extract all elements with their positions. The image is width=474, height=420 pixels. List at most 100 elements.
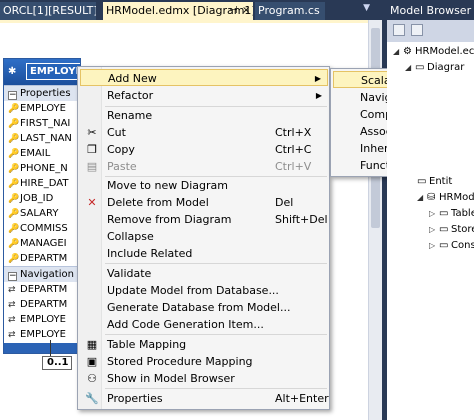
tree-node-label: Cons [451,240,474,251]
menu-shortcut: Alt+Enter [275,392,329,405]
toolbar-button-icon[interactable] [393,24,405,36]
menu-item-generate-database[interactable]: Generate Database from Model... [80,299,328,316]
row-label: LAST_NAN [20,133,72,144]
tree-node-diagrams[interactable]: ◢ ▭ Diagrar [405,60,464,76]
menu-item-properties[interactable]: 🔧 Properties Alt+Enter [80,390,329,407]
property-icon: 🔑 [8,209,20,219]
property-icon: 🔑 [8,224,20,234]
entity-title[interactable]: EMPLOYEE [26,63,80,80]
tab-orcl-result[interactable]: ORCL[1][RESULT] [0,2,96,20]
row-label: PHONE_N [20,163,68,174]
menu-item-update-model[interactable]: Update Model from Database... [80,282,328,299]
property-icon: 🔑 [8,164,20,174]
tab-dropdown-icon[interactable]: ▼ [363,3,370,13]
property-row[interactable]: 🔑EMAIL [4,146,80,161]
property-row[interactable]: 🔑MANAGEI [4,236,80,251]
menu-item-paste[interactable]: ▤ Paste Ctrl+V [80,158,328,175]
property-row[interactable]: 🔑COMMISS [4,221,80,236]
entity-icon: ✱ [8,66,17,77]
properties-section-header[interactable]: − Properties [4,85,80,101]
close-icon[interactable]: × [242,2,250,20]
property-row[interactable]: 🔑FIRST_NAI [4,116,80,131]
menu-label: Properties [107,392,163,405]
menu-shortcut: Shift+Del [275,213,328,226]
menu-label: Table Mapping [107,338,187,351]
menu-item-table-mapping[interactable]: ▦ Table Mapping [80,336,328,353]
folder-icon: ▭ [439,208,449,219]
tree-node-constraints[interactable]: ▷ ▭ Cons [429,238,474,254]
navigation-row[interactable]: ⇄ DEPARTM [4,282,80,297]
expand-icon[interactable]: ▷ [429,238,439,254]
navigation-section-header[interactable]: − Navigation Pr [4,266,80,282]
collapse-icon[interactable]: ◢ [417,190,427,206]
menu-item-copy[interactable]: ❐ Copy Ctrl+C [80,141,328,158]
submenu-arrow-icon: ▶ [314,74,321,83]
multiplicity-label: 0..1 [42,356,72,370]
tree-node-label: HRModel.ec [415,46,474,57]
menu-label: Cut [107,126,126,139]
pin-icon[interactable]: ⊣ [229,2,238,20]
menu-item-show-in-model-browser[interactable]: ⚇ Show in Model Browser [80,370,328,387]
stored-procedure-icon: ▣ [86,355,98,368]
menu-item-move-to-new-diagram[interactable]: Move to new Diagram [80,177,328,194]
menu-item-remove-from-diagram[interactable]: Remove from Diagram Shift+Del [80,211,328,228]
menu-item-delete-from-model[interactable]: ✕ Delete from Model Del [80,194,328,211]
expand-icon[interactable]: ▷ [429,222,439,238]
collapse-icon[interactable]: ◢ [393,44,403,60]
property-icon: 🔑 [8,179,20,189]
menu-shortcut: Ctrl+V [275,160,312,173]
menu-separator [105,334,327,335]
property-row[interactable]: 🔑LAST_NAN [4,131,80,146]
tree-node-stored-procedures[interactable]: ▷▭Store [429,222,474,238]
property-row[interactable]: 🔑SALARY [4,206,80,221]
association-line[interactable] [50,340,51,356]
menu-label: Generate Database from Model... [107,301,291,314]
tree-node-hrmodel-store[interactable]: ◢⛁HRMode [417,190,474,206]
property-row[interactable]: 🔑DEPARTM [4,251,80,266]
tab-program-cs[interactable]: Program.cs [255,2,325,20]
menu-item-validate[interactable]: Validate [80,265,328,282]
entity-header[interactable]: ✱ EMPLOYEE [4,59,80,85]
tree-node-hrmodel[interactable]: ◢ ⚙ HRModel.ec [393,44,474,60]
property-row[interactable]: 🔑JOB_ID [4,191,80,206]
entity-shape-employee[interactable]: ✱ EMPLOYEE −Properties 🔑EMPLOYE🔑FIRST_NA… [3,58,81,354]
tree-node-label: Table [451,208,474,219]
collapse-icon[interactable]: − [8,91,17,100]
tree-node-tables[interactable]: ▷ ▭ Table [429,206,474,222]
navigation-row[interactable]: ⇄ EMPLOYE [4,327,80,342]
toolbar-button-icon[interactable] [411,24,423,36]
menu-item-include-related[interactable]: Include Related [80,245,328,262]
tree-node-label: Entit [429,176,453,187]
model-browser-toolbar [387,20,474,42]
navigation-property-icon: ⇄ [8,330,16,340]
menu-item-stored-procedure-mapping[interactable]: ▣ Stored Procedure Mapping [80,353,328,370]
navigation-row[interactable]: ⇄ DEPARTM [4,297,80,312]
property-icon: 🔑 [8,149,20,159]
property-row[interactable]: 🔑HIRE_DAT [4,176,80,191]
collapse-icon[interactable]: − [8,272,17,281]
entity-footer [4,343,80,353]
menu-item-refactor[interactable]: Refactor ▶ [80,87,328,104]
menu-item-rename[interactable]: Rename [80,107,328,124]
tree-node-label: Store [451,224,474,235]
menu-item-collapse[interactable]: Collapse [80,228,328,245]
collapse-icon[interactable]: ◢ [405,60,415,76]
menu-label: Validate [107,267,152,280]
menu-item-add-code-generation[interactable]: Add Code Generation Item... [80,316,328,333]
menu-label: Copy [107,143,135,156]
tree-node-entity-types[interactable]: ▭ Entit [417,174,452,190]
property-icon: 🔑 [8,119,20,129]
property-row[interactable]: 🔑EMPLOYE [4,101,80,116]
menu-item-add-new[interactable]: Add New ▶ [80,69,328,86]
navigation-row[interactable]: ⇄ EMPLOYE [4,312,80,327]
row-label: DEPARTM [20,299,68,310]
property-row[interactable]: 🔑PHONE_N [4,161,80,176]
property-icon: 🔑 [8,194,20,204]
menu-label: Show in Model Browser [107,372,235,385]
menu-label: Include Related [107,247,193,260]
expand-icon[interactable]: ▷ [429,206,439,222]
folder-icon: ▭ [439,224,449,235]
property-icon: 🔑 [8,254,20,264]
tab-hrmodel-diagram[interactable]: HRModel.edmx [Diagram1] ⊣ × [103,2,253,20]
menu-item-cut[interactable]: ✂ Cut Ctrl+X [80,124,328,141]
